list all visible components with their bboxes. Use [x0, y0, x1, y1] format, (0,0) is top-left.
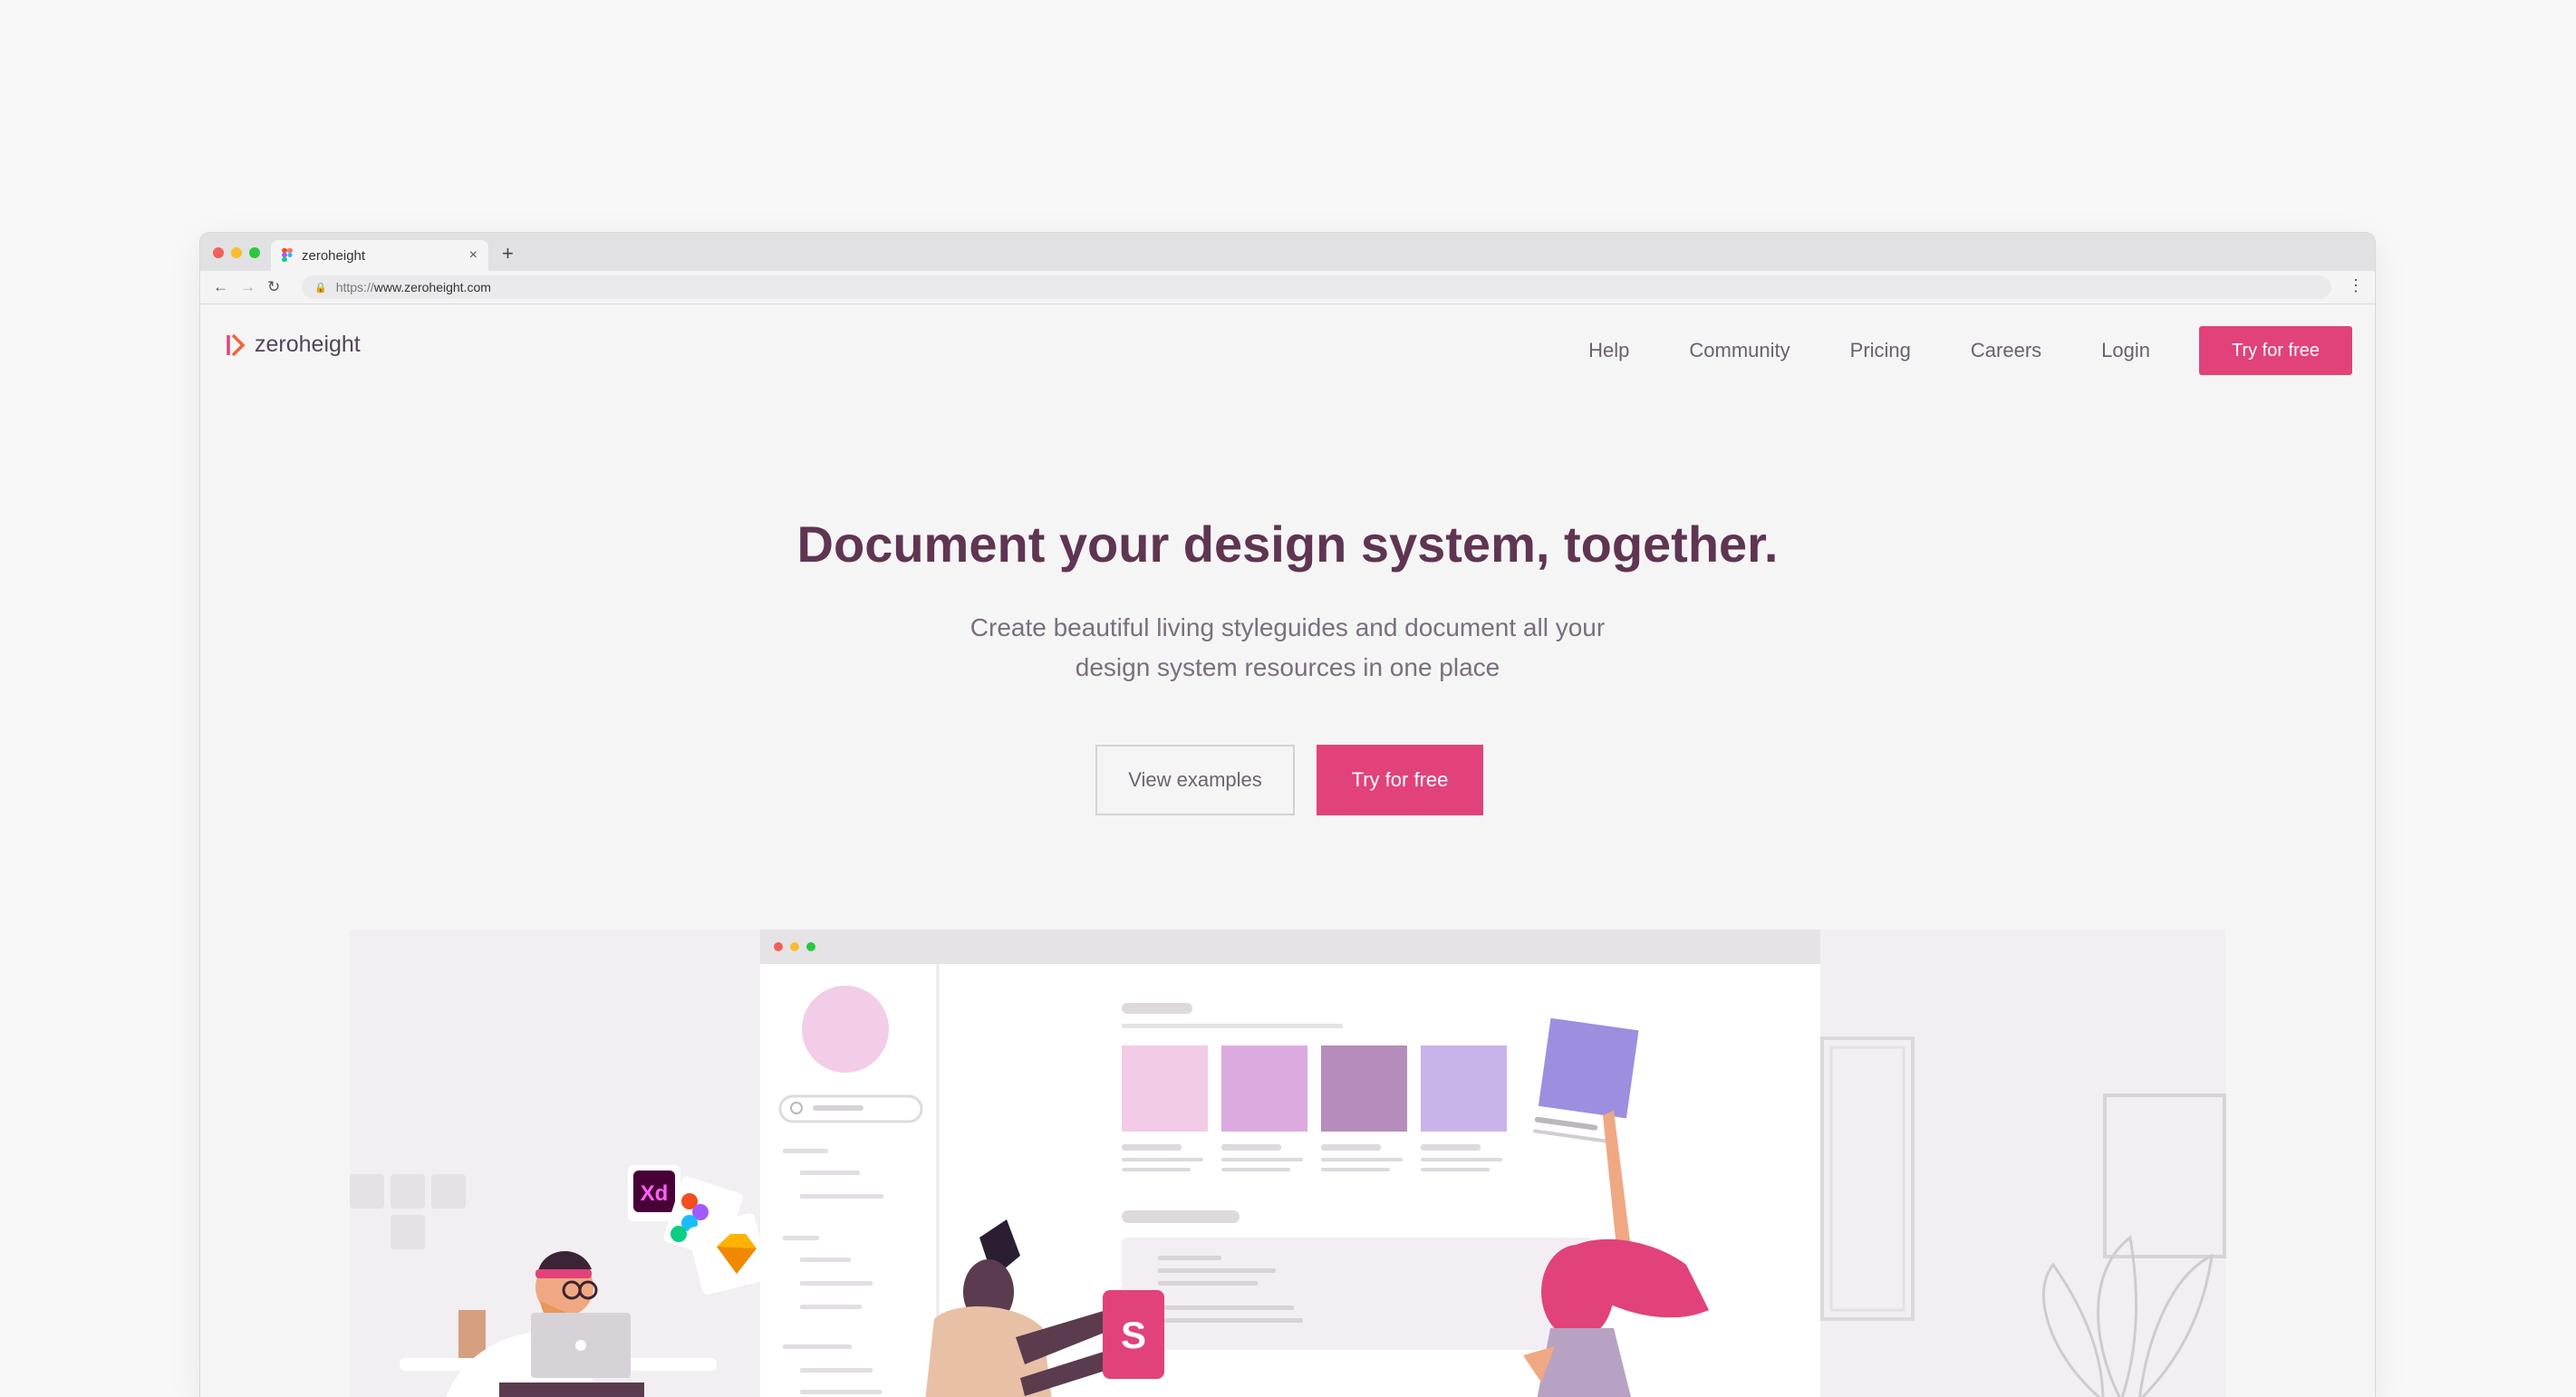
storybook-logo-text: S — [1121, 1314, 1146, 1356]
tab-close-icon[interactable]: × — [469, 247, 478, 264]
window-controls — [213, 247, 260, 258]
url-protocol: https:// — [335, 280, 374, 294]
url-input[interactable]: 🔒 https://www.zeroheight.com — [302, 275, 2331, 299]
minimize-window-button[interactable] — [231, 247, 242, 258]
browser-menu-icon[interactable]: ⋮ — [2348, 276, 2364, 295]
reload-icon[interactable]: ↻ — [267, 278, 280, 296]
back-arrow-icon[interactable]: ← — [213, 278, 228, 296]
tab-title: zeroheight — [302, 247, 366, 264]
nav-pricing[interactable]: Pricing — [1850, 339, 1911, 362]
hero-subtitle: Create beautiful living styleguides and … — [200, 608, 2375, 688]
maximize-window-button[interactable] — [249, 247, 260, 258]
new-tab-button[interactable]: + — [502, 242, 514, 265]
view-examples-button[interactable]: View examples — [1095, 745, 1295, 815]
adobe-xd-logo-text: Xd — [641, 1181, 669, 1206]
logo-text: zeroheight — [255, 332, 361, 357]
address-bar-row: ← → ↻ 🔒 https://www.zeroheight.com ⋮ — [200, 271, 2375, 304]
nav-community[interactable]: Community — [1689, 339, 1790, 362]
floating-card — [1513, 1003, 1660, 1175]
nav-help[interactable]: Help — [1588, 339, 1629, 362]
hero-illustration: S Xd — [350, 930, 2226, 1397]
hero-subtitle-line-2: design system resources in one place — [1075, 653, 1500, 681]
avatar-placeholder — [802, 986, 889, 1073]
zeroheight-logo-icon — [227, 333, 246, 356]
tab-strip: zeroheight × + — [200, 233, 2375, 271]
figma-favicon-icon — [282, 248, 293, 262]
mock-app-window — [760, 930, 1820, 1397]
url-host: www.zeroheight.com — [373, 280, 491, 294]
nav-careers[interactable]: Careers — [1971, 339, 2041, 362]
close-window-button[interactable] — [213, 247, 224, 258]
header-try-free-button[interactable]: Try for free — [2199, 326, 2352, 375]
webpage: zeroheight Help Community Pricing Career… — [200, 304, 2375, 1397]
lock-icon: 🔒 — [314, 282, 327, 294]
hero-title: Document your design system, together. — [796, 515, 1779, 573]
forward-arrow-icon[interactable]: → — [240, 278, 256, 296]
site-logo[interactable]: zeroheight — [226, 332, 361, 358]
browser-window: zeroheight × + ← → ↻ 🔒 https://www.zeroh… — [200, 233, 2375, 1397]
hero-subtitle-line-1: Create beautiful living styleguides and … — [970, 613, 1606, 641]
hero-try-free-button[interactable]: Try for free — [1317, 745, 1483, 815]
nav-login[interactable]: Login — [2101, 339, 2150, 362]
browser-tab[interactable]: zeroheight × — [271, 240, 488, 271]
main-nav: Help Community Pricing Careers Login — [1588, 339, 2150, 362]
